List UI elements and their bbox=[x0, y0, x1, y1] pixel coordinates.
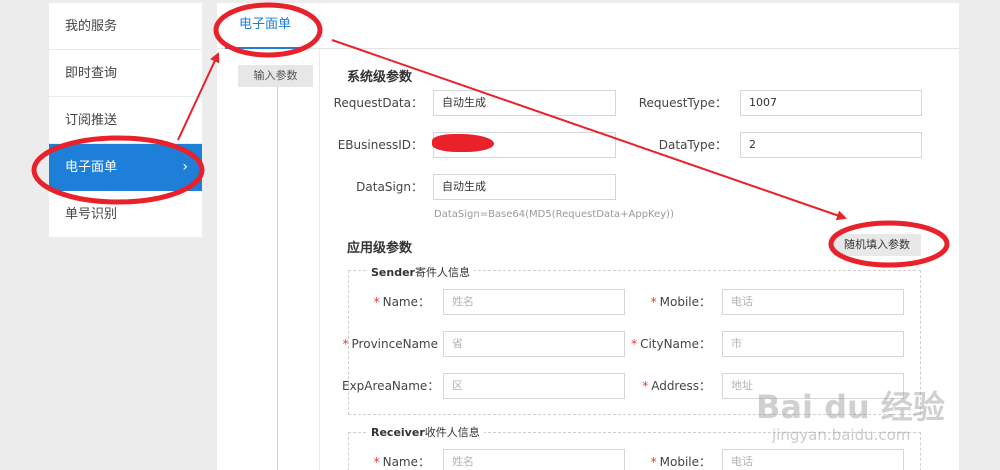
sender-city-input[interactable]: 市 bbox=[722, 331, 904, 357]
required-mark: * bbox=[373, 455, 380, 469]
required-mark: * bbox=[650, 295, 657, 309]
sidebar-item-subscription-push[interactable]: 订阅推送 bbox=[49, 97, 202, 144]
data-sign-hint: DataSign=Base64(MD5(RequestData+AppKey)) bbox=[434, 209, 674, 220]
timeline-line bbox=[277, 87, 278, 470]
sender-name-label-text: Name： bbox=[382, 295, 430, 309]
sender-exparea-label: ExpAreaName： bbox=[342, 379, 440, 393]
sidebar-item-label: 我的服务 bbox=[65, 19, 118, 34]
receiver-mobile-input[interactable]: 电话 bbox=[722, 449, 904, 470]
request-data-input[interactable]: 自动生成 bbox=[433, 90, 616, 116]
request-data-label: RequestData： bbox=[333, 96, 423, 110]
sender-legend-cn: 寄件人信息 bbox=[414, 266, 470, 279]
required-mark: * bbox=[631, 337, 638, 351]
baidu-watermark-url: jingyan.baidu.com bbox=[772, 426, 911, 444]
random-fill-button[interactable]: 随机填入参数 bbox=[833, 234, 921, 256]
required-mark: * bbox=[342, 337, 349, 351]
sender-mobile-input[interactable]: 电话 bbox=[722, 289, 904, 315]
data-type-input[interactable]: 2 bbox=[740, 132, 922, 158]
tab-bar: 电子面单 bbox=[217, 3, 959, 49]
receiver-mobile-label-text: Mobile： bbox=[659, 455, 711, 469]
app-params-title: 应用级参数 bbox=[347, 241, 413, 256]
sidebar-item-label: 订阅推送 bbox=[65, 113, 118, 128]
sender-province-label-text: ProvinceName bbox=[351, 337, 438, 351]
sender-city-label-text: CityName： bbox=[640, 337, 711, 351]
receiver-mobile-label: * Mobile： bbox=[622, 449, 711, 470]
sender-legend: Sender寄件人信息 bbox=[367, 264, 474, 280]
column-divider bbox=[319, 49, 320, 470]
sidebar: 我的服务 即时查询 订阅推送 电子面单 › 单号识别 bbox=[49, 3, 202, 237]
tab-electronic-waybill[interactable]: 电子面单 bbox=[225, 3, 306, 49]
sender-address-label-text: Address： bbox=[651, 379, 711, 393]
sender-mobile-label: * Mobile： bbox=[622, 289, 711, 315]
sidebar-item-electronic-waybill[interactable]: 电子面单 › bbox=[49, 144, 202, 191]
data-type-label: DataType： bbox=[658, 138, 727, 152]
required-mark: * bbox=[373, 295, 380, 309]
system-params-title: 系统级参数 bbox=[347, 70, 413, 85]
baidu-watermark: Bai du 经验 bbox=[756, 388, 945, 426]
receiver-name-label: * Name： bbox=[342, 449, 430, 470]
receiver-legend: Receiver收件人信息 bbox=[367, 424, 484, 440]
request-type-label: RequestType： bbox=[638, 96, 727, 110]
data-sign-label: DataSign： bbox=[356, 180, 423, 194]
chevron-right-icon: › bbox=[182, 159, 188, 175]
sidebar-item-label: 单号识别 bbox=[65, 207, 118, 222]
request-type-input[interactable]: 1007 bbox=[740, 90, 922, 116]
sender-legend-en: Sender bbox=[371, 266, 415, 279]
sidebar-item-my-services[interactable]: 我的服务 bbox=[49, 3, 202, 50]
receiver-name-input[interactable]: 姓名 bbox=[443, 449, 625, 470]
sidebar-item-label: 电子面单 bbox=[65, 160, 118, 175]
receiver-name-label-text: Name： bbox=[382, 455, 430, 469]
sender-province-label: * ProvinceName bbox=[342, 331, 438, 357]
sidebar-item-instant-query[interactable]: 即时查询 bbox=[49, 50, 202, 97]
sender-province-input[interactable]: 省 bbox=[443, 331, 625, 357]
required-mark: * bbox=[650, 455, 657, 469]
ebusiness-id-label: EBusinessID： bbox=[337, 138, 423, 152]
sender-exparea-input[interactable]: 区 bbox=[443, 373, 625, 399]
sender-name-input[interactable]: 姓名 bbox=[443, 289, 625, 315]
receiver-legend-en: Receiver bbox=[371, 426, 425, 439]
input-params-tag[interactable]: 输入参数 bbox=[238, 65, 313, 87]
redaction-mark bbox=[432, 134, 494, 152]
required-mark: * bbox=[642, 379, 649, 393]
sidebar-item-number-recognition[interactable]: 单号识别 bbox=[49, 191, 202, 238]
sender-address-label: * Address： bbox=[622, 373, 711, 399]
sidebar-item-label: 即时查询 bbox=[65, 66, 118, 81]
sender-name-label: * Name： bbox=[342, 289, 430, 315]
sender-mobile-label-text: Mobile： bbox=[659, 295, 711, 309]
sender-city-label: * CityName： bbox=[622, 331, 711, 357]
data-sign-input[interactable]: 自动生成 bbox=[433, 174, 616, 200]
receiver-legend-cn: 收件人信息 bbox=[424, 426, 480, 439]
